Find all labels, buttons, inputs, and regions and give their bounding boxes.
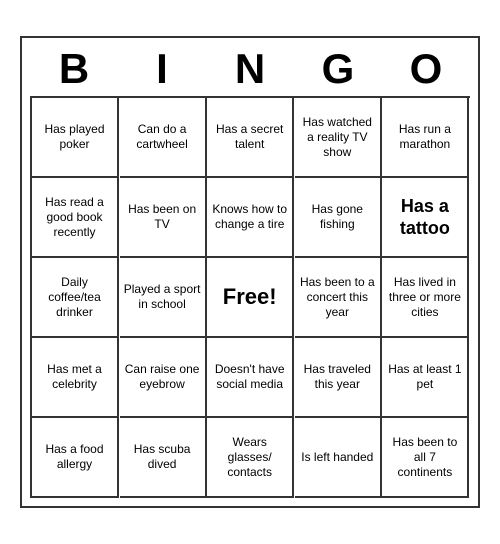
bingo-header: BINGO xyxy=(30,46,470,92)
cell-r2c3[interactable]: Has been to a concert this year xyxy=(295,258,382,338)
bingo-letter-b: B xyxy=(32,46,116,92)
cell-r2c2[interactable]: Free! xyxy=(207,258,294,338)
cell-r4c0[interactable]: Has a food allergy xyxy=(32,418,119,498)
bingo-letter-o: O xyxy=(384,46,468,92)
cell-r3c1[interactable]: Can raise one eyebrow xyxy=(120,338,207,418)
bingo-card: BINGO Has played pokerCan do a cartwheel… xyxy=(20,36,480,508)
cell-r2c4[interactable]: Has lived in three or more cities xyxy=(382,258,469,338)
cell-r0c4[interactable]: Has run a marathon xyxy=(382,98,469,178)
cell-r1c2[interactable]: Knows how to change a tire xyxy=(207,178,294,258)
cell-r2c1[interactable]: Played a sport in school xyxy=(120,258,207,338)
cell-r4c4[interactable]: Has been to all 7 continents xyxy=(382,418,469,498)
bingo-grid: Has played pokerCan do a cartwheelHas a … xyxy=(30,96,470,498)
cell-r3c2[interactable]: Doesn't have social media xyxy=(207,338,294,418)
cell-r1c1[interactable]: Has been on TV xyxy=(120,178,207,258)
cell-r1c3[interactable]: Has gone fishing xyxy=(295,178,382,258)
cell-r0c3[interactable]: Has watched a reality TV show xyxy=(295,98,382,178)
cell-r3c3[interactable]: Has traveled this year xyxy=(295,338,382,418)
cell-r3c4[interactable]: Has at least 1 pet xyxy=(382,338,469,418)
cell-r0c1[interactable]: Can do a cartwheel xyxy=(120,98,207,178)
bingo-letter-i: I xyxy=(120,46,204,92)
cell-r4c1[interactable]: Has scuba dived xyxy=(120,418,207,498)
cell-r1c4[interactable]: Has a tattoo xyxy=(382,178,469,258)
cell-r4c2[interactable]: Wears glasses/ contacts xyxy=(207,418,294,498)
cell-r1c0[interactable]: Has read a good book recently xyxy=(32,178,119,258)
cell-r0c0[interactable]: Has played poker xyxy=(32,98,119,178)
bingo-letter-n: N xyxy=(208,46,292,92)
bingo-letter-g: G xyxy=(296,46,380,92)
cell-r3c0[interactable]: Has met a celebrity xyxy=(32,338,119,418)
cell-r0c2[interactable]: Has a secret talent xyxy=(207,98,294,178)
cell-r4c3[interactable]: Is left handed xyxy=(295,418,382,498)
cell-r2c0[interactable]: Daily coffee/tea drinker xyxy=(32,258,119,338)
